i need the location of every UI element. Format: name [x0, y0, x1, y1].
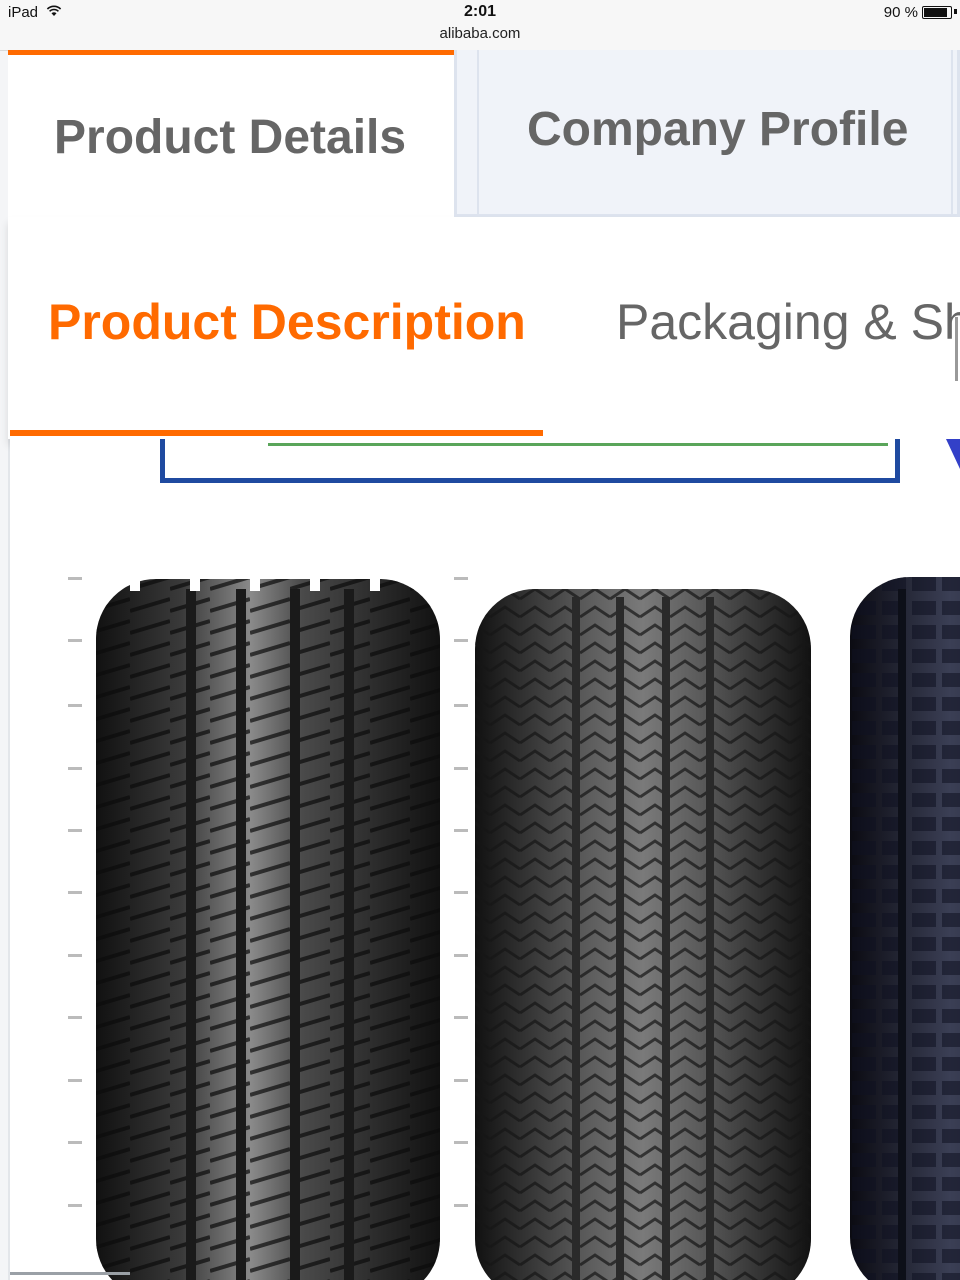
- tire-3: [850, 577, 960, 1280]
- section-nav: Product Description Packaging & Sh: [8, 217, 960, 439]
- tab-company-profile[interactable]: Company Profile: [454, 50, 960, 217]
- product-description-content: [10, 439, 960, 1280]
- status-bar: iPad 2:01 alibaba.com 90 %: [0, 0, 960, 51]
- nav-packaging-shipping[interactable]: Packaging & Sh: [616, 293, 960, 351]
- battery-percent: 90 %: [883, 4, 918, 21]
- tire-product-image: [10, 549, 960, 1280]
- clock: 2:01: [463, 3, 497, 20]
- tire-2: [475, 589, 811, 1280]
- tab-product-details-label: Product Details: [54, 111, 407, 164]
- tire-1: [96, 579, 440, 1280]
- active-underline: [10, 430, 543, 436]
- tab-product-details[interactable]: Product Details: [8, 50, 456, 220]
- banner-corner: [946, 439, 960, 469]
- tab-company-profile-label: Company Profile: [527, 103, 909, 156]
- tires-illustration: [10, 577, 960, 1280]
- nav-product-description[interactable]: Product Description: [48, 293, 526, 351]
- battery-tip: [954, 9, 957, 14]
- scroll-indicator: [955, 317, 958, 381]
- tab-divider: [477, 50, 479, 214]
- address-url[interactable]: alibaba.com: [0, 25, 960, 42]
- battery-fill: [924, 8, 948, 17]
- banner-line: [268, 443, 888, 446]
- tab-divider: [951, 50, 953, 214]
- battery-icon: [922, 6, 952, 19]
